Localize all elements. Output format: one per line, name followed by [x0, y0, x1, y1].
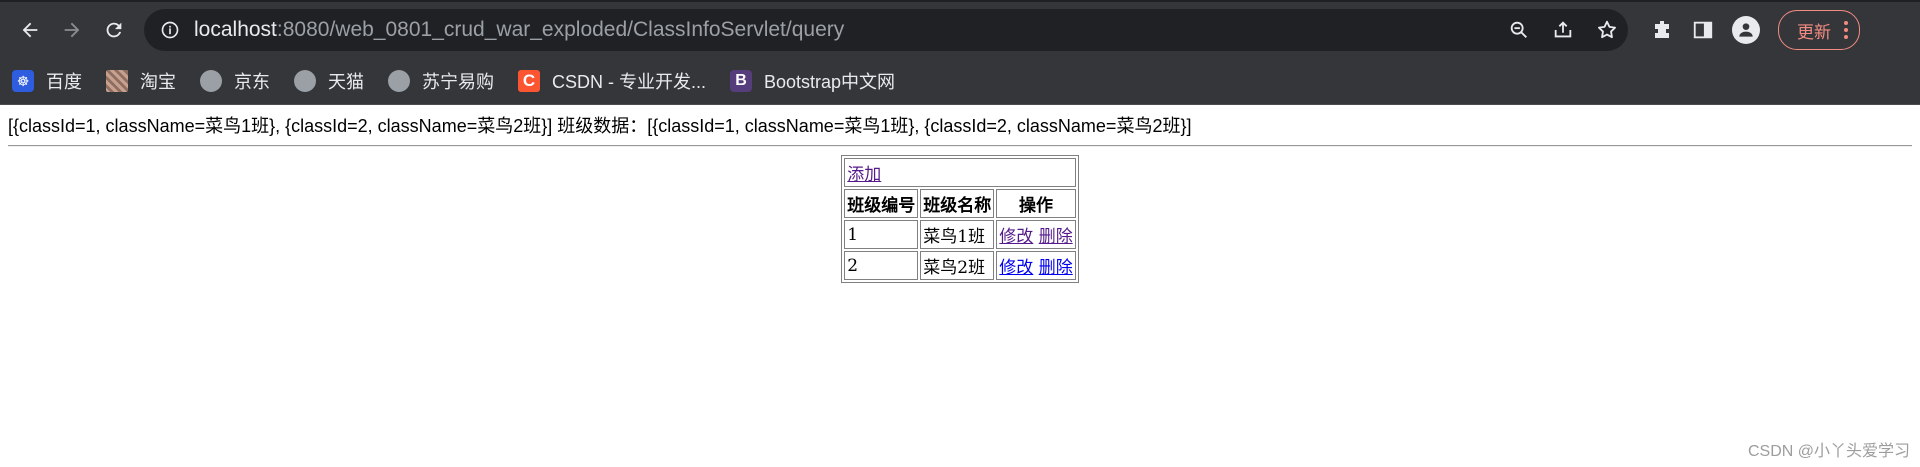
- cell-actions: 修改 删除: [996, 251, 1076, 280]
- header-class-name: 班级名称: [920, 189, 995, 218]
- back-arrow-icon: [22, 22, 38, 38]
- site-info-icon[interactable]: [160, 20, 180, 40]
- cell-actions: 修改 删除: [996, 220, 1076, 249]
- person-icon: [1739, 23, 1753, 37]
- toolbar-right-icons: 更新: [1650, 10, 1860, 50]
- delete-link[interactable]: 删除: [1039, 258, 1073, 278]
- extensions-icon[interactable]: [1650, 18, 1674, 42]
- bookmark-label: 淘宝: [140, 72, 176, 92]
- header-actions: 操作: [996, 189, 1076, 218]
- divider: [8, 145, 1912, 147]
- globe-icon: [294, 70, 316, 92]
- side-panel-icon[interactable]: [1692, 19, 1714, 41]
- edit-link[interactable]: 修改: [999, 227, 1033, 247]
- bookmark-label: 京东: [234, 72, 270, 92]
- bookmark-csdn[interactable]: C CSDN - 专业开发...: [518, 68, 706, 94]
- class-table: 添加 班级编号 班级名称 操作 1 菜鸟1班 修改 删除 2 菜鸟2班 修改 删…: [841, 155, 1079, 283]
- reload-icon: [106, 22, 122, 38]
- baidu-icon: ☸: [12, 70, 34, 92]
- bookmark-label: 百度: [46, 72, 82, 92]
- bootstrap-icon: B: [730, 70, 753, 92]
- forward-button[interactable]: [54, 12, 90, 48]
- url-path: :8080/web_0801_crud_war_exploded/ClassIn…: [276, 18, 845, 41]
- class-data-text: [{classId=1, className=菜鸟1班}, {classId=2…: [8, 116, 1192, 136]
- cell-class-name: 菜鸟1班: [920, 220, 995, 249]
- globe-icon: [200, 70, 222, 92]
- update-label: 更新: [1797, 22, 1831, 42]
- browser-toolbar: localhost:8080/web_0801_crud_war_explode…: [0, 0, 1920, 58]
- delete-link[interactable]: 删除: [1039, 227, 1073, 247]
- header-class-id: 班级编号: [844, 189, 919, 218]
- profile-avatar[interactable]: [1732, 16, 1760, 44]
- address-bar[interactable]: localhost:8080/web_0801_crud_war_explode…: [144, 9, 1628, 51]
- bookmark-label: Bootstrap中文网: [764, 72, 896, 92]
- add-cell: 添加: [844, 158, 1076, 187]
- page-content: [{classId=1, className=菜鸟1班}, {classId=2…: [0, 105, 1920, 283]
- more-vert-icon: [1844, 21, 1848, 39]
- bookmark-jd[interactable]: 京东: [200, 68, 270, 94]
- table-row: 2 菜鸟2班 修改 删除: [844, 251, 1076, 280]
- update-button[interactable]: 更新: [1778, 10, 1860, 50]
- forward-arrow-icon: [64, 22, 80, 38]
- share-icon[interactable]: [1552, 19, 1574, 41]
- edit-link[interactable]: 修改: [999, 258, 1033, 278]
- zoom-icon[interactable]: [1508, 19, 1530, 41]
- bookmark-star-icon[interactable]: [1596, 19, 1618, 41]
- url-host: localhost: [194, 18, 277, 41]
- table-row: 1 菜鸟1班 修改 删除: [844, 220, 1076, 249]
- bookmark-taobao[interactable]: 淘宝: [106, 68, 176, 94]
- bookmark-bootstrap[interactable]: B Bootstrap中文网: [730, 68, 895, 94]
- cell-class-id: 1: [844, 220, 919, 249]
- omnibox-actions: [1508, 19, 1618, 41]
- csdn-icon: C: [518, 70, 540, 92]
- table-row: 添加: [844, 158, 1076, 187]
- globe-icon: [388, 70, 410, 92]
- bookmark-label: 苏宁易购: [422, 72, 494, 92]
- bookmark-tmall[interactable]: 天猫: [294, 68, 364, 94]
- table-header-row: 班级编号 班级名称 操作: [844, 189, 1076, 218]
- reload-button[interactable]: [96, 12, 132, 48]
- add-link[interactable]: 添加: [847, 165, 881, 185]
- bookmark-label: 天猫: [328, 72, 364, 92]
- watermark: CSDN @小丫头爱学习: [1747, 443, 1910, 460]
- bookmarks-bar: ☸ 百度 淘宝 京东 天猫 苏宁易购 C CSDN - 专业开发... B Bo…: [0, 58, 1920, 105]
- back-button[interactable]: [12, 12, 48, 48]
- cell-class-id: 2: [844, 251, 919, 280]
- bookmark-baidu[interactable]: ☸ 百度: [12, 68, 82, 94]
- bookmark-label: CSDN - 专业开发...: [552, 72, 707, 92]
- taobao-icon: [106, 70, 128, 92]
- bookmark-suning[interactable]: 苏宁易购: [388, 68, 494, 94]
- url-text[interactable]: localhost:8080/web_0801_crud_war_explode…: [194, 18, 844, 42]
- cell-class-name: 菜鸟2班: [920, 251, 995, 280]
